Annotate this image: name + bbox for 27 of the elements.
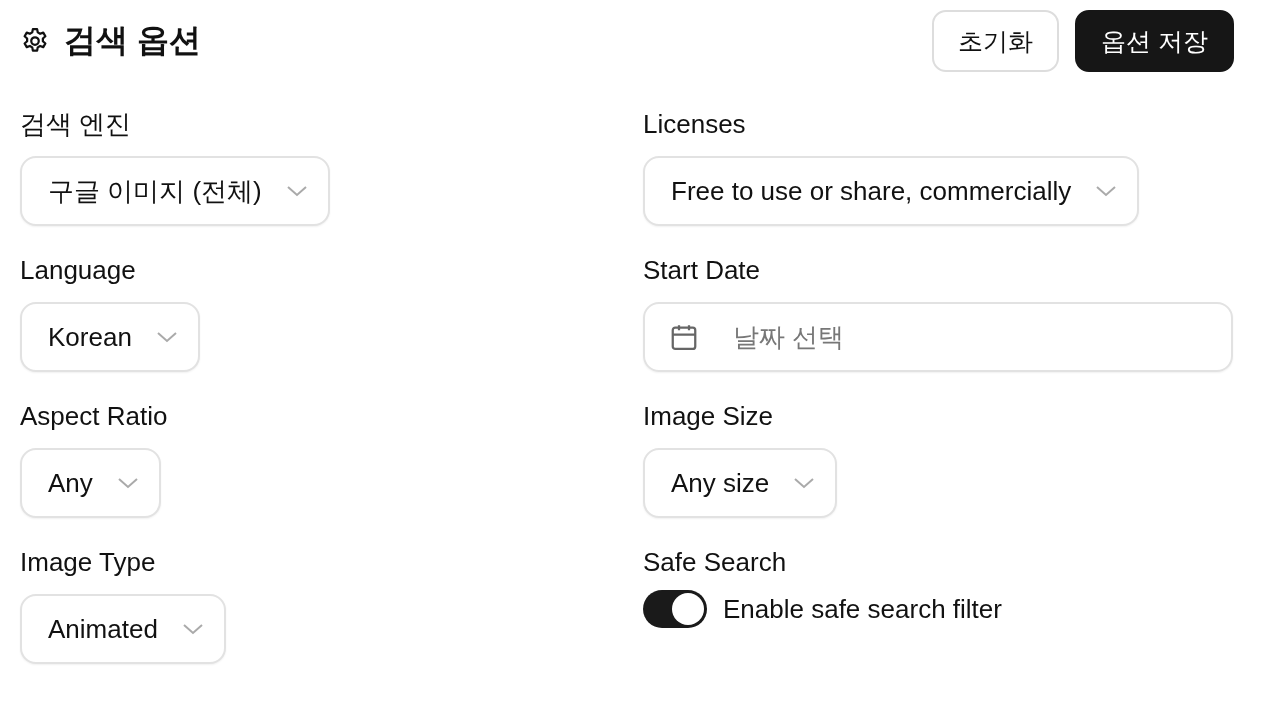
chevron-down-icon [116,476,139,490]
toggle-label: Enable safe search filter [723,593,1002,625]
field-label: Language [20,254,136,286]
field-label: Licenses [643,108,746,140]
dropdown[interactable]: Any [20,448,161,518]
reset-button[interactable]: 초기화 [932,10,1060,72]
date-field[interactable]: 날짜 선택 [643,302,1233,372]
chevron-down-icon [155,330,178,344]
chevron-down-icon [285,184,308,198]
toggle-switch[interactable] [643,590,707,628]
save-button[interactable]: 옵션 저장 [1075,10,1234,72]
page-title: 검색 옵션 [64,21,201,60]
dropdown[interactable]: Animated [20,594,226,664]
field-label: 검색 엔진 [20,108,132,140]
chevron-down-icon [793,476,816,490]
field-label: Image Type [20,546,156,578]
chevron-down-icon [1095,184,1118,198]
dropdown[interactable]: Any size [643,448,838,518]
field-label: Image Size [643,400,774,432]
field-label: Start Date [643,254,761,286]
chevron-down-icon [181,622,204,636]
dropdown[interactable]: Korean [20,302,200,372]
field-label: Safe Search [643,546,787,578]
calendar-icon [669,322,699,352]
dropdown[interactable]: 구글 이미지 (전체) [20,156,330,226]
dropdown[interactable]: Free to use or share, commercially [643,156,1140,226]
field-label: Aspect Ratio [20,400,168,432]
